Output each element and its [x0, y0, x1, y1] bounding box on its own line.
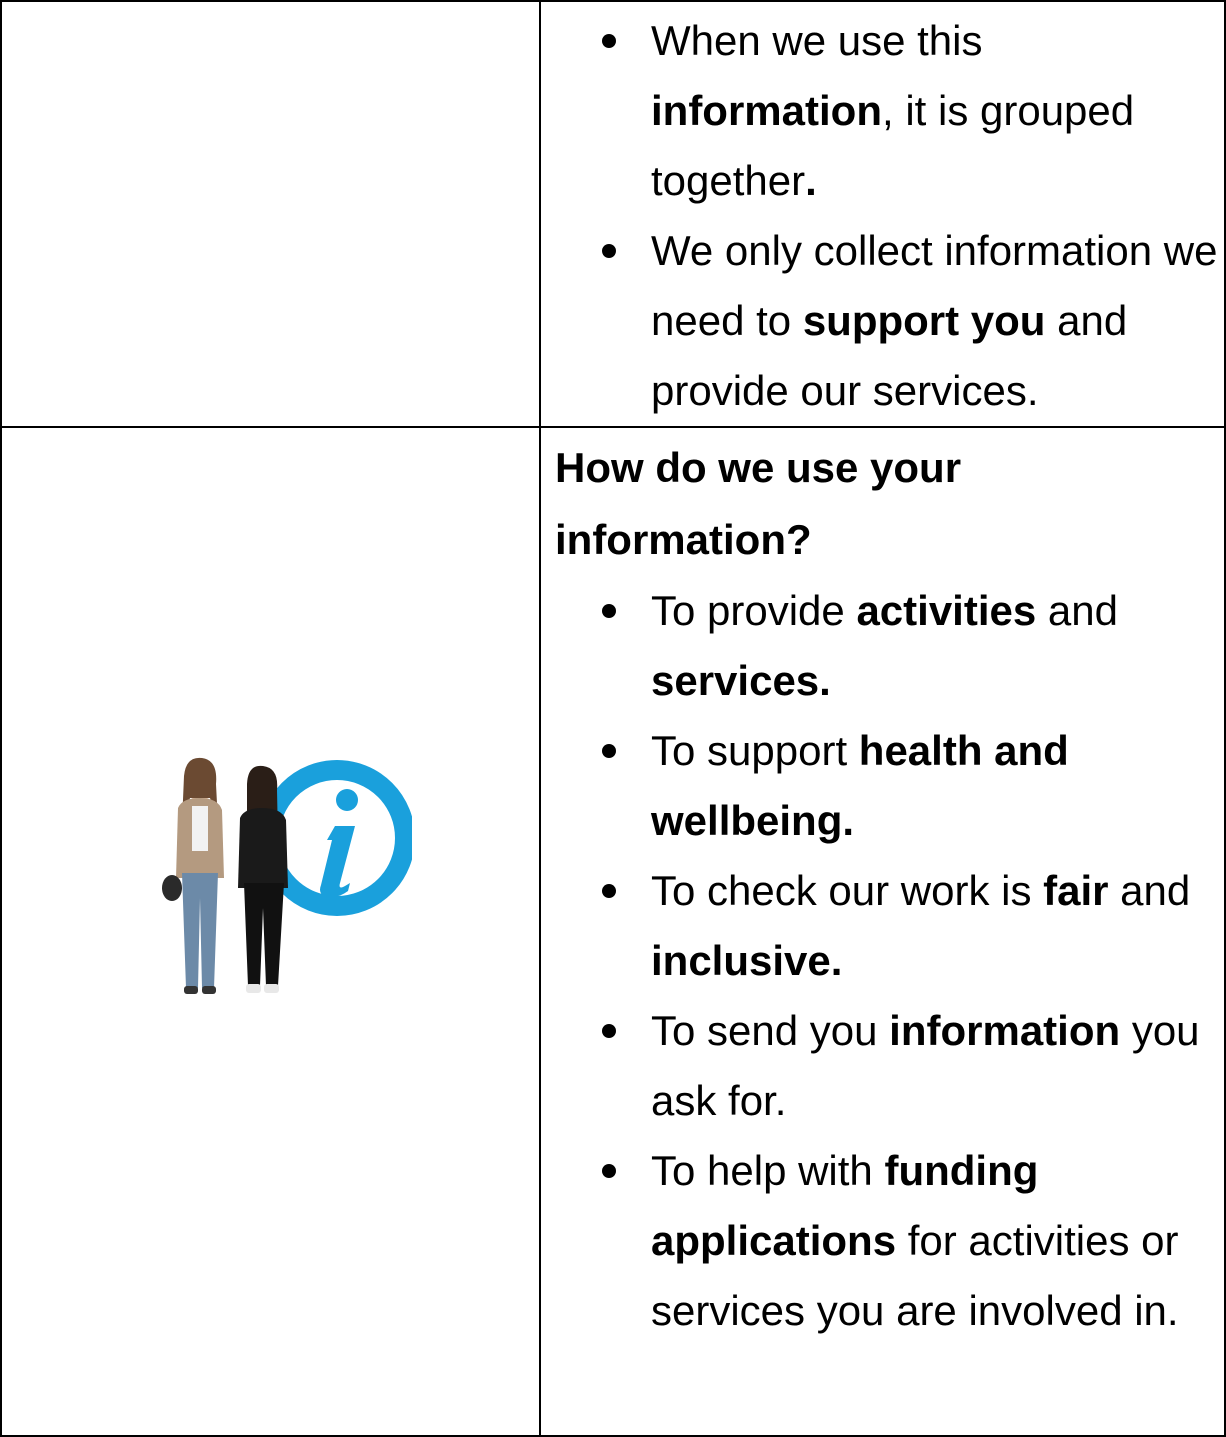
table-row: How do we use your information? To provi… — [0, 426, 1226, 1437]
list-item: To check our work is fair and inclusive. — [541, 856, 1221, 996]
text-cell: When we use this information, it is grou… — [539, 0, 1226, 428]
list-item: When we use this information, it is grou… — [541, 6, 1221, 216]
list-item: We only collect information we need to s… — [541, 216, 1221, 426]
list-item: To support health and wellbeing. — [541, 716, 1221, 856]
document-table: When we use this information, it is grou… — [0, 0, 1226, 1437]
image-cell — [0, 426, 541, 1437]
table-row: When we use this information, it is grou… — [0, 0, 1226, 428]
text-cell: How do we use your information? To provi… — [539, 426, 1226, 1437]
list-item: To help with funding applications for ac… — [541, 1136, 1221, 1346]
list-item: To provide activities and services. — [541, 576, 1221, 716]
people-info-illustration — [162, 757, 412, 994]
section-heading: How do we use your information? — [555, 444, 962, 563]
usage-bullet-list: To provide activities and services. To s… — [541, 576, 1221, 1346]
person-left — [162, 757, 224, 994]
top-bullet-list: When we use this information, it is grou… — [541, 2, 1221, 426]
info-icon — [259, 760, 412, 916]
image-cell-empty — [0, 0, 541, 428]
list-item: To send you information you ask for. — [541, 996, 1221, 1136]
